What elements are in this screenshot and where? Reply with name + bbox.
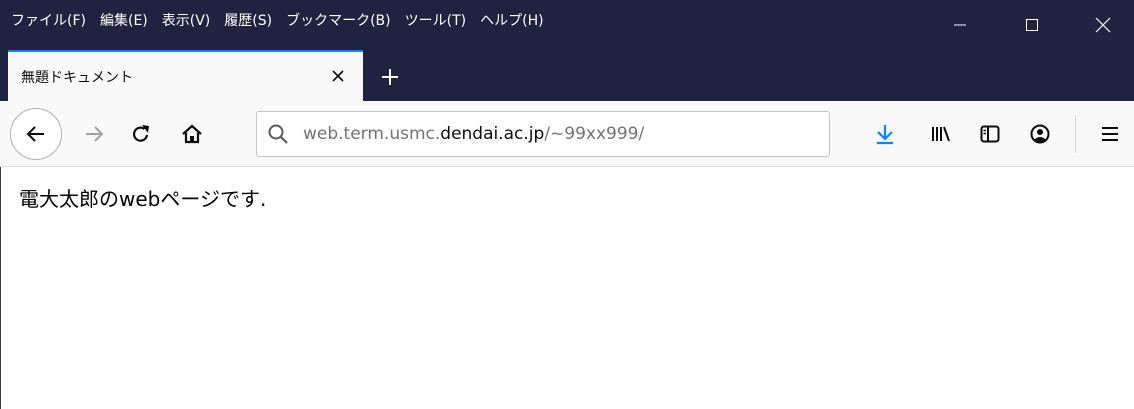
- reload-button[interactable]: [121, 114, 161, 154]
- menu-history[interactable]: 履歴(S): [224, 0, 272, 28]
- url-text[interactable]: web.term.usmc.dendai.ac.jp/~99xx999/: [303, 124, 644, 144]
- close-window-button[interactable]: [1080, 0, 1126, 50]
- minimize-button[interactable]: [937, 0, 983, 50]
- back-button[interactable]: [10, 108, 62, 160]
- tab-title: 無題ドキュメント: [21, 70, 133, 86]
- reload-icon: [132, 125, 149, 142]
- arrow-right-icon: [86, 126, 104, 142]
- menu-file[interactable]: ファイル(F): [11, 0, 86, 28]
- new-tab-button[interactable]: [375, 62, 405, 92]
- menu-view[interactable]: 表示(V): [162, 0, 211, 28]
- toolbar-separator: [1075, 115, 1076, 153]
- close-tab-icon: [332, 70, 344, 82]
- tab-close-button[interactable]: [326, 64, 350, 88]
- account-button[interactable]: [1020, 114, 1060, 154]
- close-icon: [1095, 17, 1111, 33]
- minimize-icon: [954, 24, 966, 26]
- menu-tools[interactable]: ツール(T): [405, 0, 466, 28]
- forward-button[interactable]: [74, 114, 114, 154]
- download-icon: [877, 125, 893, 145]
- account-icon: [1030, 124, 1050, 144]
- plus-icon: [382, 69, 398, 85]
- downloads-button[interactable]: [865, 114, 905, 154]
- window-edge: [0, 167, 1, 409]
- library-button[interactable]: [921, 114, 961, 154]
- menu-edit[interactable]: 編集(E): [100, 0, 148, 28]
- page-content: 電大太郎のwebページです.: [0, 167, 1134, 409]
- sidebar-icon: [980, 125, 1000, 143]
- maximize-icon: [1026, 19, 1038, 31]
- sidebars-button[interactable]: [970, 114, 1010, 154]
- url-bar[interactable]: web.term.usmc.dendai.ac.jp/~99xx999/: [256, 111, 830, 157]
- menu-help[interactable]: ヘルプ(H): [480, 0, 543, 28]
- hamburger-menu-icon: [1102, 127, 1118, 141]
- open-menu-button[interactable]: [1090, 114, 1130, 154]
- page-body-text: 電大太郎のwebページです.: [19, 187, 267, 211]
- url-prefix: web.term.usmc.: [303, 124, 441, 144]
- arrow-left-icon: [26, 126, 44, 142]
- menu-bookmarks[interactable]: ブックマーク(B): [286, 0, 391, 28]
- menu-bar: ファイル(F) 編集(E) 表示(V) 履歴(S) ブックマーク(B) ツール(…: [0, 0, 550, 50]
- tab-strip: 無題ドキュメント: [0, 50, 1134, 101]
- library-icon: [932, 126, 950, 142]
- title-menu-bar: ファイル(F) 編集(E) 表示(V) 履歴(S) ブックマーク(B) ツール(…: [0, 0, 1134, 50]
- maximize-button[interactable]: [1009, 0, 1055, 50]
- tab-active[interactable]: 無題ドキュメント: [8, 50, 363, 101]
- url-domain: dendai.ac.jp: [440, 124, 545, 144]
- home-button[interactable]: [172, 114, 212, 154]
- search-icon: [268, 124, 288, 144]
- navigation-toolbar: web.term.usmc.dendai.ac.jp/~99xx999/: [0, 101, 1134, 167]
- url-path: /~99xx999/: [544, 124, 645, 144]
- home-icon: [182, 124, 202, 144]
